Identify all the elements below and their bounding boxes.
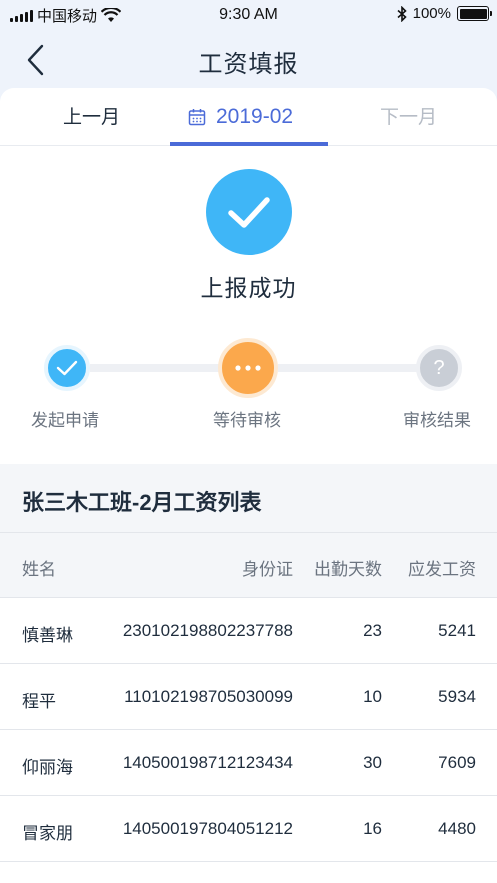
calendar-icon — [188, 109, 206, 126]
cell-id: 230102198802237788 — [122, 621, 293, 640]
cell-pay: 5241 — [438, 621, 476, 640]
step-2-pending-icon — [218, 338, 278, 398]
cell-name: 仰丽海 — [22, 758, 73, 777]
status-right: 100% — [397, 5, 492, 22]
cell-days: 16 — [363, 819, 382, 838]
table-row[interactable]: 仰丽海 140500198712123434 30 7609 — [0, 730, 497, 796]
step-label-3: 审核结果 — [403, 411, 471, 430]
table-row[interactable]: 慎善琳 230102198802237788 23 5241 — [0, 598, 497, 664]
month-tabs: 上一月 2019-02 下一月 — [0, 88, 497, 146]
cell-id: 140500197804051212 — [122, 819, 293, 838]
nav-bar: 工资填报 — [0, 30, 497, 88]
table-header-row: 姓名 身份证 出勤天数 应发工资 — [0, 532, 497, 598]
cell-days: 10 — [363, 687, 382, 706]
step-3-question-icon: ? — [416, 345, 462, 391]
cell-name: 程平 — [22, 692, 56, 711]
battery-percent: 100% — [412, 5, 451, 22]
check-icon — [56, 360, 78, 376]
step-connector-2 — [278, 364, 418, 372]
next-month-tab[interactable]: 下一月 — [380, 88, 437, 146]
cell-days: 30 — [363, 753, 382, 772]
col-name-header: 姓名 — [22, 560, 56, 579]
cell-pay: 5934 — [438, 687, 476, 706]
cell-id: 140500198712123434 — [122, 753, 293, 772]
cell-id: 110102198705030099 — [124, 687, 293, 706]
table-row[interactable]: 程平 110102198705030099 10 5934 — [0, 664, 497, 730]
cell-name: 冒家朋 — [22, 824, 73, 843]
status-bar: 中国移动 9:30 AM 100% — [0, 0, 497, 30]
more-dots-icon — [235, 365, 261, 371]
list-header: 张三木工班-2月工资列表 — [0, 464, 497, 532]
table-row[interactable]: 冒家朋 140500197804051212 16 4480 — [0, 796, 497, 862]
question-glyph: ? — [433, 356, 445, 379]
step-1-done-icon — [44, 345, 90, 391]
cell-name: 慎善琳 — [22, 626, 73, 645]
col-id-header: 身份证 — [242, 560, 293, 579]
prev-month-tab[interactable]: 上一月 — [63, 88, 120, 146]
main-card: 上一月 2019-02 下一月 上报成功 ? 发起申请 等待审核 审核结果 张三… — [0, 88, 497, 883]
step-connector-1 — [90, 364, 220, 372]
active-tab-indicator — [170, 142, 328, 146]
cell-pay: 7609 — [438, 753, 476, 772]
current-month-tab[interactable]: 2019-02 — [188, 88, 293, 146]
list-title: 张三木工班-2月工资列表 — [22, 490, 262, 515]
result-text: 上报成功 — [200, 275, 297, 301]
check-icon — [228, 197, 270, 228]
cell-days: 23 — [363, 621, 382, 640]
page-title: 工资填报 — [198, 51, 299, 78]
col-pay-header: 应发工资 — [408, 560, 476, 579]
step-label-2: 等待审核 — [213, 411, 281, 430]
cell-pay: 4480 — [438, 819, 476, 838]
bluetooth-icon — [397, 5, 407, 22]
current-month-label: 2019-02 — [216, 105, 294, 128]
col-days-header: 出勤天数 — [314, 560, 382, 579]
step-label-1: 发起申请 — [31, 411, 99, 430]
success-icon — [206, 169, 292, 255]
battery-icon — [457, 6, 492, 21]
